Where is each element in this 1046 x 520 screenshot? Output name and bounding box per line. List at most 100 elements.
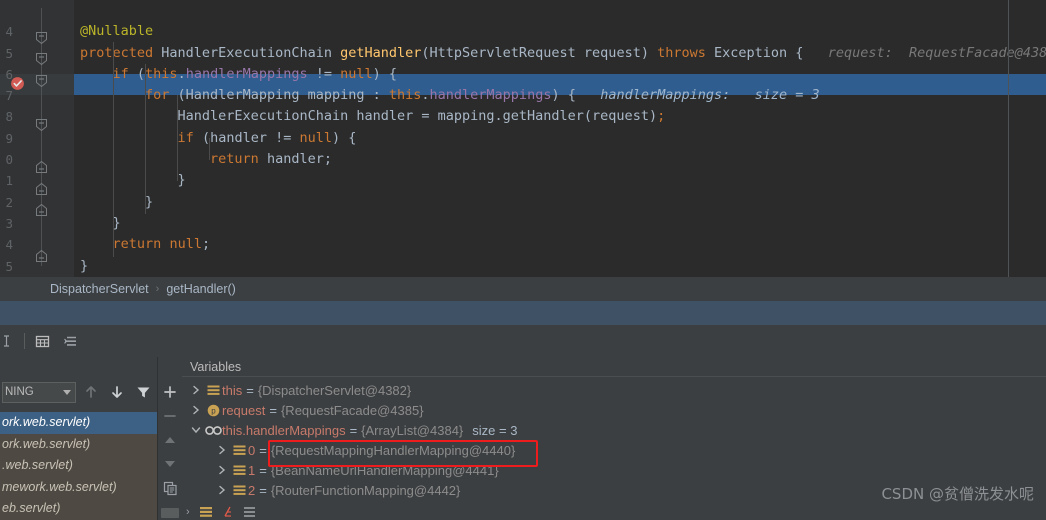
chevron-right-icon[interactable] (214, 465, 230, 475)
code-line[interactable]: protected HandlerExecutionChain getHandl… (74, 43, 1046, 64)
code-line[interactable]: } (74, 256, 1046, 277)
fold-marker-collapsed-icon[interactable] (35, 204, 48, 217)
variable-row[interactable]: this.handlerMappings = {ArrayList@4384} siz… (182, 420, 1046, 440)
variable-row[interactable]: this = {DispatcherServlet@4382} (182, 380, 1046, 400)
chevron-right-icon: › (186, 505, 190, 518)
chevron-right-icon[interactable] (188, 385, 204, 395)
frames-list[interactable]: ork.web.servlet) ork.web.servlet) .web.ser… (0, 412, 158, 520)
breadcrumb-class[interactable]: DispatcherServlet (50, 282, 149, 296)
code-token: getHandler (502, 108, 584, 125)
code-line[interactable] (74, 0, 1046, 21)
breakpoint-icon[interactable] (10, 76, 25, 91)
thread-selector-dropdown[interactable]: NING (2, 381, 76, 403)
param-icon: p (204, 404, 222, 417)
frames-toolbar[interactable]: NING (0, 377, 158, 407)
line-number (0, 0, 14, 21)
line-number: 9 (5, 130, 13, 146)
arrow-up-icon[interactable] (80, 381, 102, 403)
code-line[interactable]: if (handler != null) { (74, 128, 1046, 149)
chevron-right-icon[interactable] (214, 445, 230, 455)
variable-value: {RouterFunctionMapping@4442} (270, 482, 461, 498)
code-line[interactable]: } (74, 170, 1046, 191)
variable-equals: = (259, 462, 267, 478)
frames-pane[interactable]: NING ork.web.servlet) ork.web.servlet) .we… (0, 357, 158, 520)
code-token: protected (80, 44, 162, 61)
table-icon[interactable] (31, 330, 53, 352)
breadcrumb[interactable]: DispatcherServlet › getHandler() (0, 277, 1046, 301)
code-line[interactable]: } (74, 213, 1046, 234)
variables-tree[interactable]: this = {DispatcherServlet@4382} p request = {R… (182, 377, 1046, 500)
frame-list-item[interactable]: ork.web.servlet) (0, 434, 158, 456)
code-token: ( (128, 65, 146, 82)
variable-equals: = (259, 442, 267, 458)
arrow-down-icon[interactable] (106, 381, 128, 403)
code-token: return (210, 151, 259, 168)
frame-list-item[interactable]: mework.web.servlet) (0, 477, 158, 499)
fold-marker-collapsed-icon[interactable] (35, 183, 48, 196)
frame-list-item[interactable]: .web.servlet) (0, 455, 158, 477)
fold-marker-expanded-icon[interactable] (35, 74, 48, 87)
variables-header: Variables (182, 357, 1046, 377)
chevron-down-icon (63, 389, 71, 395)
chevron-down-icon[interactable] (188, 425, 204, 435)
fold-marker-collapsed-icon[interactable] (35, 161, 48, 174)
editor-gutter[interactable]: 456789012345 (0, 0, 74, 277)
fold-marker-collapsed-icon[interactable] (35, 250, 48, 263)
code-token: ) { (372, 65, 398, 82)
code-token: for (145, 87, 170, 104)
code-token: ; (657, 108, 666, 125)
code-token: } (80, 193, 154, 210)
minus-icon[interactable] (159, 405, 181, 427)
fold-marker-expanded-icon[interactable] (35, 118, 48, 131)
code-line[interactable]: return null; (74, 234, 1046, 255)
scrollbar-thumb[interactable] (161, 508, 179, 518)
code-line[interactable]: @Nullable (74, 21, 1046, 42)
variable-value: {RequestFacade@4385} (280, 402, 424, 418)
toolbar-separator (24, 333, 25, 349)
frame-list-item[interactable]: ork.web.servlet) (0, 412, 158, 434)
right-margin-guide (1008, 0, 1009, 277)
variable-row[interactable]: p request = {RequestFacade@4385} (182, 400, 1046, 420)
fold-marker-expanded-icon[interactable] (35, 31, 48, 44)
code-content[interactable]: @Nullable protected HandlerExecutionChain… (74, 0, 1046, 277)
variable-name: request (222, 402, 266, 418)
chevron-right-icon[interactable] (188, 405, 204, 415)
variables-side-toolbar[interactable] (158, 377, 182, 520)
collection-icon (204, 425, 222, 436)
code-editor[interactable]: 456789012345 @Nullable protected Handler… (0, 0, 1046, 277)
code-token: . (421, 87, 430, 104)
code-line[interactable]: } (74, 192, 1046, 213)
code-token: (HttpServletRequest request) (421, 44, 658, 61)
code-line[interactable]: HandlerExecutionChain handler = mapping.… (74, 106, 1046, 127)
code-line[interactable]: if (this.handlerMappings != null) { (74, 64, 1046, 85)
variable-row[interactable]: 0 = {RequestMappingHandlerMapping@4440} (182, 440, 1046, 460)
cursor-icon[interactable] (0, 330, 18, 352)
code-token: null (340, 65, 373, 82)
code-token: != (307, 65, 341, 82)
breadcrumb-method[interactable]: getHandler() (166, 282, 235, 296)
plus-icon[interactable] (159, 381, 181, 403)
variable-name: 1 (248, 462, 256, 478)
up-icon[interactable] (159, 429, 181, 451)
code-token: Exception { (713, 44, 804, 61)
chevron-right-icon[interactable] (214, 485, 230, 495)
list-icon[interactable] (59, 330, 81, 352)
filter-icon[interactable] (132, 381, 154, 403)
code-line[interactable]: for (HandlerMapping mapping : this.handl… (74, 85, 1046, 106)
code-line[interactable]: return handler; (74, 149, 1046, 170)
variable-name: 2 (248, 482, 256, 498)
down-icon[interactable] (159, 453, 181, 475)
debug-toolwindow-toolbar[interactable] (0, 325, 1046, 357)
variable-row[interactable]: 1 = {BeanNameUrlHandlerMapping@4441} (182, 460, 1046, 480)
fold-marker-expanded-icon[interactable] (35, 52, 48, 65)
intellij-debugger-window: 456789012345 @Nullable protected Handler… (0, 0, 1046, 520)
code-token: ) { (551, 87, 576, 104)
inline-debug-hint[interactable]: request: RequestFacade@4385 (803, 45, 1046, 61)
copy-icon[interactable] (159, 477, 181, 499)
frame-list-item[interactable]: eb.servlet) (0, 498, 158, 520)
code-token: @Nullable (80, 23, 154, 40)
inline-debug-hint[interactable]: handlerMappings: size = 3 (576, 87, 819, 103)
object-icon (230, 465, 248, 476)
